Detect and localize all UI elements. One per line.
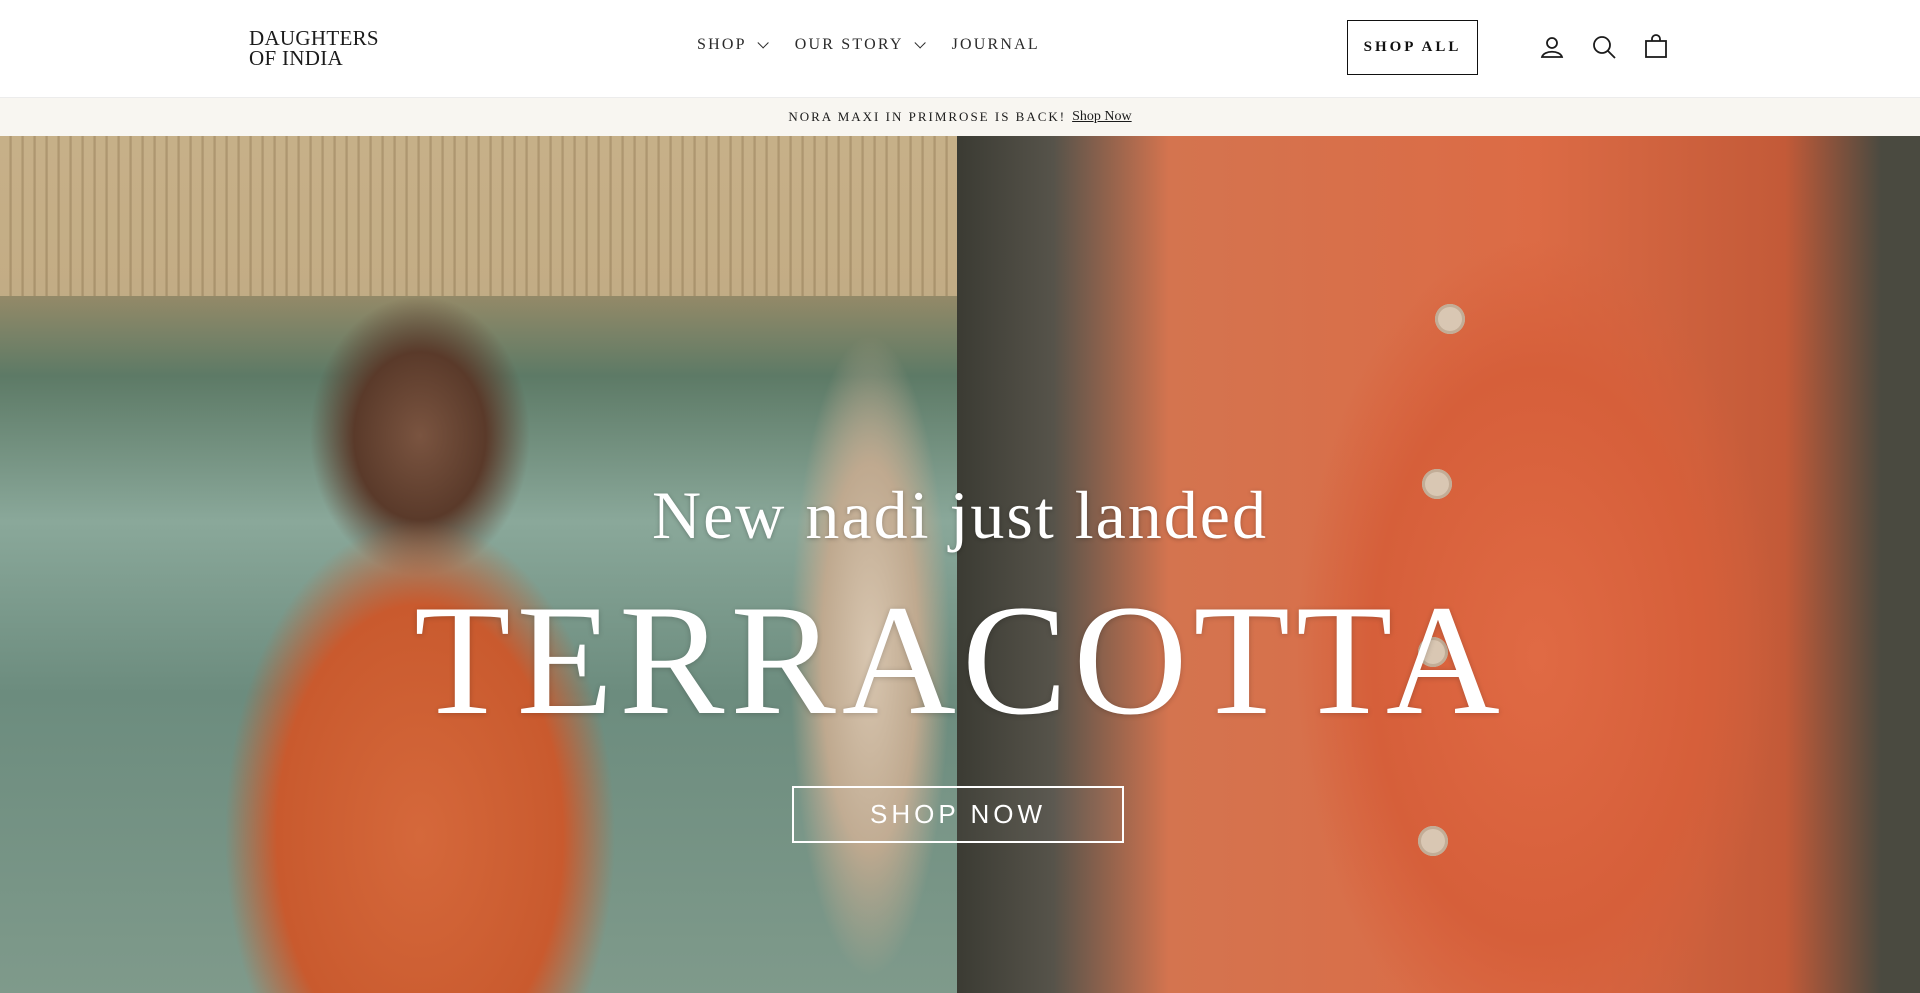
- account-icon[interactable]: [1539, 34, 1565, 60]
- announcement-bar: NORA MAXI IN PRIMROSE IS BACK! Shop Now: [0, 98, 1920, 136]
- nav-item-shop-label: SHOP: [697, 36, 747, 53]
- hero-shop-now-button[interactable]: SHOP NOW: [792, 786, 1124, 843]
- site-logo[interactable]: DAUGHTERS OF INDIA: [249, 26, 379, 70]
- nav-item-journal-label: JOURNAL: [951, 36, 1040, 53]
- hero-subtitle: New nadi just landed: [652, 477, 1268, 553]
- main-nav: SHOP OUR STORY JOURNAL: [697, 36, 1040, 54]
- logo-line-1: DAUGHTERS: [249, 26, 379, 50]
- nav-item-our-story[interactable]: OUR STORY: [794, 36, 926, 54]
- hero-text-overlay: New nadi just landed TERRACOTTA SHOP NOW: [0, 136, 1920, 993]
- nav-item-our-story-label: OUR STORY: [794, 36, 904, 53]
- hero-banner: New nadi just landed TERRACOTTA SHOP NOW: [0, 136, 1920, 993]
- site-header: DAUGHTERS OF INDIA SHOP OUR STORY JOURNA…: [0, 0, 1920, 98]
- nav-item-shop[interactable]: SHOP: [697, 36, 769, 54]
- announcement-shop-now-link[interactable]: Shop Now: [1072, 109, 1132, 125]
- cart-icon[interactable]: [1643, 34, 1669, 60]
- chevron-down-icon: [914, 37, 926, 49]
- search-icon[interactable]: [1591, 34, 1617, 60]
- logo-line-2: OF INDIA: [249, 46, 343, 70]
- shop-all-button[interactable]: SHOP ALL: [1347, 20, 1478, 75]
- nav-item-journal[interactable]: JOURNAL: [952, 36, 1040, 54]
- announcement-text: NORA MAXI IN PRIMROSE IS BACK!: [788, 109, 1067, 124]
- chevron-down-icon: [757, 37, 769, 49]
- hero-title: TERRACOTTA: [414, 573, 1506, 748]
